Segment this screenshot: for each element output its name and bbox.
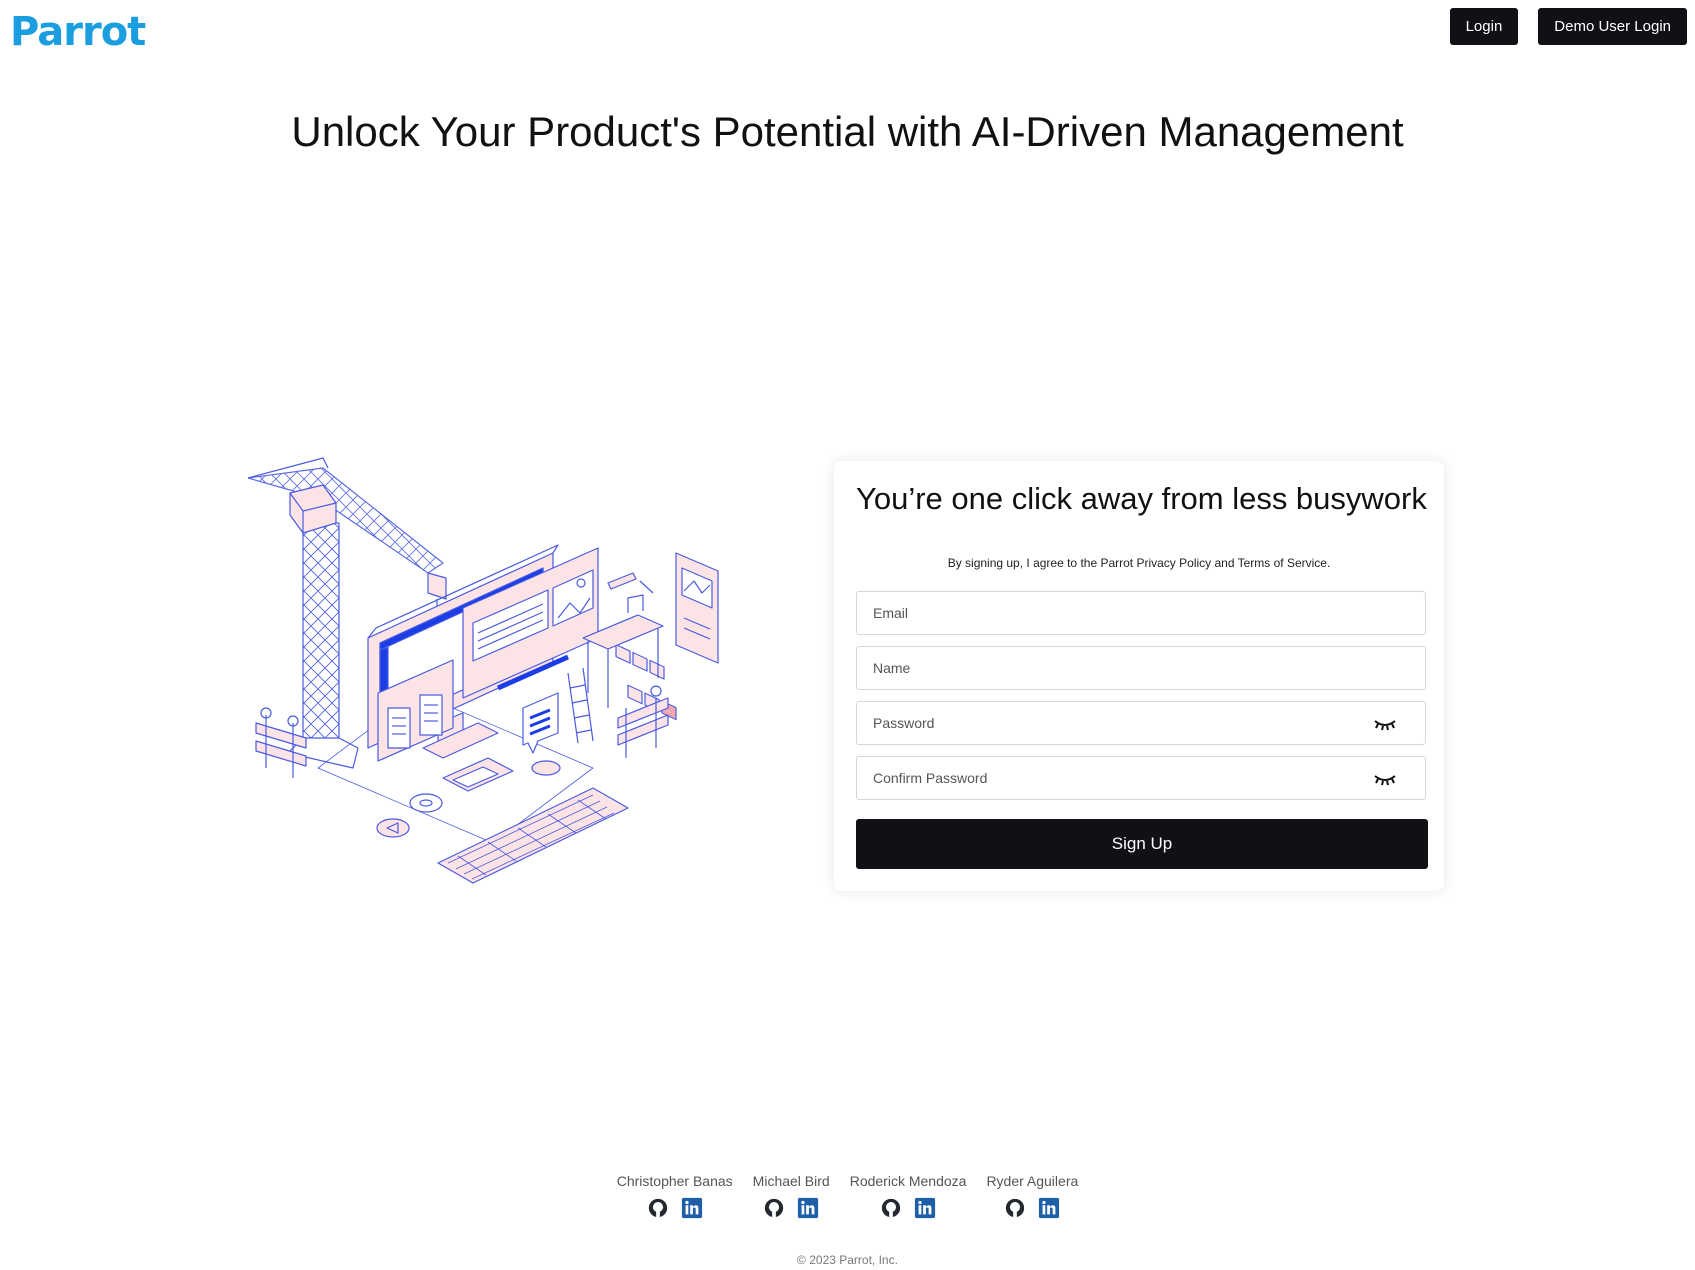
team-list: Christopher Banas Michael Bird Roderick … xyxy=(0,1173,1695,1219)
construction-illustration xyxy=(248,457,719,884)
confirm-password-field[interactable] xyxy=(856,756,1426,800)
member-name: Roderick Mendoza xyxy=(849,1173,967,1189)
member-name: Ryder Aguilera xyxy=(986,1173,1079,1189)
parrot-logo[interactable]: Parrot xyxy=(10,8,146,56)
name-field[interactable] xyxy=(856,646,1426,690)
name-input[interactable] xyxy=(857,647,1425,689)
team-member: Michael Bird xyxy=(753,1173,830,1219)
terms-text: By signing up, I agree to the Parrot Pri… xyxy=(947,556,1331,570)
member-links xyxy=(763,1197,819,1219)
team-member: Christopher Banas xyxy=(617,1173,733,1219)
signup-card: You’re one click away from less busywork… xyxy=(834,461,1444,891)
member-name: Christopher Banas xyxy=(616,1173,733,1189)
member-links xyxy=(880,1197,936,1219)
eye-closed-icon[interactable] xyxy=(1373,716,1397,732)
password-input[interactable] xyxy=(857,702,1425,744)
confirm-password-input[interactable] xyxy=(857,757,1425,799)
signup-page: Parrot Login Demo User Login Unlock Your… xyxy=(0,0,1695,1270)
linkedin-icon[interactable] xyxy=(1038,1197,1060,1219)
github-icon[interactable] xyxy=(1004,1197,1026,1219)
logo-text: Parrot xyxy=(10,9,146,55)
demo-user-login-button[interactable]: Demo User Login xyxy=(1538,8,1687,45)
github-icon[interactable] xyxy=(647,1197,669,1219)
eye-closed-icon[interactable] xyxy=(1373,771,1397,787)
member-links xyxy=(647,1197,703,1219)
copyright-text: © 2023 Parrot, Inc. xyxy=(797,1253,898,1267)
member-links xyxy=(1004,1197,1060,1219)
password-field[interactable] xyxy=(856,701,1426,745)
hero-title: Unlock Your Product's Potential with AI-… xyxy=(291,108,1404,155)
linkedin-icon[interactable] xyxy=(681,1197,703,1219)
linkedin-icon[interactable] xyxy=(797,1197,819,1219)
login-button[interactable]: Login xyxy=(1449,8,1519,45)
github-icon[interactable] xyxy=(763,1197,785,1219)
email-field[interactable] xyxy=(856,591,1426,635)
github-icon[interactable] xyxy=(880,1197,902,1219)
team-member: Ryder Aguilera xyxy=(986,1173,1078,1219)
sign-up-button[interactable]: Sign Up xyxy=(856,819,1428,869)
member-name: Michael Bird xyxy=(752,1173,830,1189)
linkedin-icon[interactable] xyxy=(914,1197,936,1219)
email-input[interactable] xyxy=(857,592,1425,634)
team-member: Roderick Mendoza xyxy=(849,1173,967,1219)
header-actions: Login Demo User Login xyxy=(1449,8,1687,45)
signup-title: You’re one click away from less busywork xyxy=(856,481,1427,516)
